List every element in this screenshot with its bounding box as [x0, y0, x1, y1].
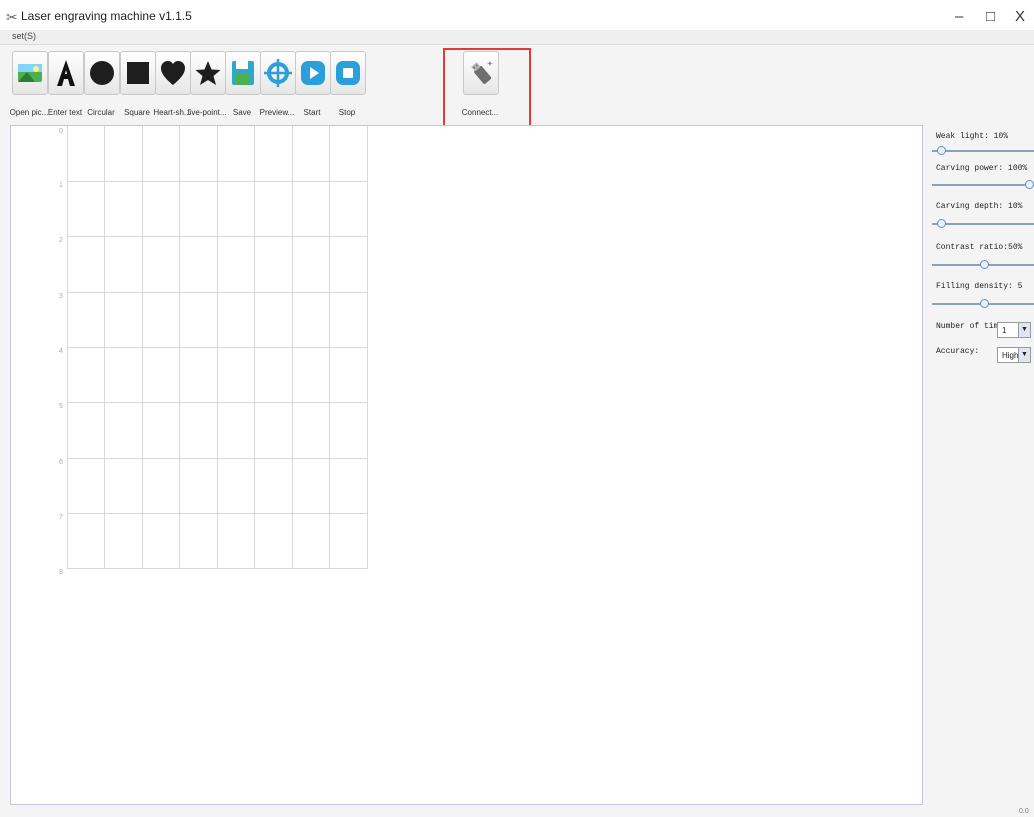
grid-line [67, 347, 368, 348]
grid-line [67, 458, 368, 459]
y-axis-label: 0 [59, 128, 63, 135]
circle-icon [90, 61, 114, 85]
stop-tool[interactable] [330, 51, 366, 95]
filling-density-slider[interactable] [932, 299, 1034, 309]
grid-line [67, 402, 368, 403]
preview-tool[interactable] [260, 51, 296, 95]
chevron-down-icon[interactable]: ▼ [1018, 348, 1030, 362]
star-icon [195, 61, 221, 85]
y-axis-label: 4 [59, 348, 63, 355]
circular-tool[interactable] [84, 51, 120, 95]
heart-icon [161, 61, 185, 85]
slider-thumb[interactable] [980, 260, 989, 269]
minimize-button[interactable]: – [955, 8, 963, 25]
grid-line [67, 236, 368, 237]
accuracy-value: High [1002, 351, 1019, 360]
save-icon [232, 61, 254, 85]
window-title: Laser engraving machine v1.1.5 [21, 9, 192, 23]
y-axis-label: 8 [59, 569, 63, 576]
heart-shape-tool[interactable] [155, 51, 191, 95]
square-icon [127, 62, 149, 84]
title-bar: ✂ Laser engraving machine v1.1.5 – □ X [0, 0, 1034, 30]
y-axis-label: 6 [59, 459, 63, 466]
y-axis-label: 3 [59, 293, 63, 300]
number-of-times-select[interactable]: 1 ▼ [997, 322, 1031, 338]
slider-track [932, 150, 1034, 152]
grid-line [67, 513, 368, 514]
slider-thumb[interactable] [980, 299, 989, 308]
weak-light-slider[interactable] [932, 146, 1034, 156]
y-axis-label: 7 [59, 514, 63, 521]
open-picture-tool[interactable] [12, 51, 48, 95]
menu-set[interactable]: set(S) [12, 31, 36, 41]
carving-depth-slider[interactable] [932, 219, 1034, 229]
y-axis-label: 5 [59, 403, 63, 410]
carving-power-label: Carving power: 100% [936, 164, 1028, 173]
contrast-ratio-label: Contrast ratio:50% [936, 243, 1023, 252]
filling-density-label: Filling density: 5 [936, 282, 1023, 291]
connect-highlight-box [443, 48, 531, 136]
y-axis-label: 2 [59, 237, 63, 244]
slider-thumb[interactable] [1025, 180, 1034, 189]
scissors-icon: ✂ [6, 9, 18, 25]
crosshair-icon [264, 59, 292, 87]
carving-power-slider[interactable] [932, 180, 1034, 190]
enter-text-tool[interactable] [48, 51, 84, 95]
y-axis-label: 1 [59, 182, 63, 189]
engraving-canvas[interactable]: 0 1 2 3 4 5 6 7 8 [10, 125, 923, 805]
canvas-grid [67, 126, 368, 569]
accuracy-label: Accuracy: [936, 347, 980, 356]
number-of-times-value: 1 [1002, 326, 1007, 335]
open-picture-icon [18, 64, 42, 82]
weak-light-label: Weak light: 10% [936, 132, 1009, 141]
slider-thumb[interactable] [937, 219, 946, 228]
five-point-star-tool[interactable] [190, 51, 226, 95]
square-tool[interactable] [120, 51, 156, 95]
menu-bar: set(S) [0, 30, 1034, 45]
grid-line [67, 181, 368, 182]
accuracy-select[interactable]: High ▼ [997, 347, 1031, 363]
stop-icon [336, 61, 360, 85]
stop-label: Stop [338, 108, 356, 117]
slider-track [932, 184, 1034, 186]
slider-track [932, 223, 1034, 225]
settings-panel: Weak light: 10% Carving power: 100% Carv… [926, 125, 1034, 815]
slider-thumb[interactable] [937, 146, 946, 155]
stop-button[interactable]: Stop [330, 51, 366, 121]
start-tool[interactable] [295, 51, 331, 95]
play-icon [301, 61, 325, 85]
save-tool[interactable] [225, 51, 261, 95]
maximize-button[interactable]: □ [986, 8, 995, 25]
chevron-down-icon[interactable]: ▼ [1018, 323, 1030, 337]
grid-line [67, 568, 368, 569]
carving-depth-label: Carving depth: 10% [936, 202, 1023, 211]
text-icon [57, 60, 75, 86]
contrast-ratio-slider[interactable] [932, 260, 1034, 270]
status-corner-text: 0.0 [1019, 808, 1029, 815]
grid-line [67, 292, 368, 293]
close-button[interactable]: X [1015, 8, 1025, 25]
